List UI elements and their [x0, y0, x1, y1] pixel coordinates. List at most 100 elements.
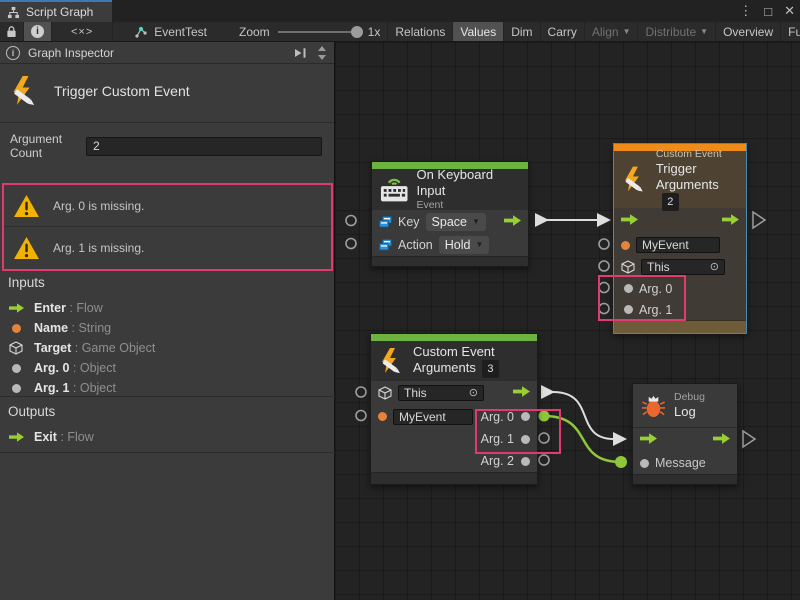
port-row-name: Name : String [8, 318, 335, 338]
distribute-button[interactable]: Distribute▼ [637, 22, 715, 41]
node-args-line: Arguments2 [656, 177, 738, 211]
zoom-slider-handle[interactable] [351, 26, 363, 38]
object-port[interactable] [521, 457, 530, 466]
graph-asset-icon [134, 25, 148, 39]
menu-icon[interactable]: ⋮ [739, 3, 752, 19]
code-view-button[interactable]: <×> [52, 22, 113, 41]
values-button[interactable]: Values [452, 22, 503, 41]
object-port[interactable] [624, 284, 633, 293]
title-bar: Script Graph ⋮ □ ✕ [0, 0, 800, 22]
target-row: This ⊙ [371, 381, 537, 405]
node-header: Custom Event Arguments3 [371, 341, 537, 381]
inputs-header: Inputs [8, 275, 335, 290]
graph-breadcrumb[interactable]: EventTest [127, 22, 214, 41]
object-port[interactable] [521, 435, 530, 444]
gameobject-cube-icon [8, 341, 24, 355]
zoom-slider[interactable] [278, 31, 360, 33]
close-icon[interactable]: ✕ [784, 3, 795, 19]
flow-in-port[interactable] [621, 214, 638, 228]
arg1-label: Arg. 1 [639, 303, 672, 317]
graph-canvas[interactable]: On Keyboard Input Event Key Space▼ [335, 42, 800, 600]
flow-out-port[interactable] [713, 433, 730, 447]
event-name-field[interactable]: MyEvent [393, 409, 473, 425]
relations-button[interactable]: Relations [387, 22, 452, 41]
overview-button[interactable]: Overview [715, 22, 780, 41]
outputs-header: Outputs [8, 404, 335, 419]
node-custom-event[interactable]: Custom Event Arguments3 This ⊙ MyEvent [370, 333, 538, 485]
warning-row: Arg. 1 is missing. [4, 226, 331, 268]
target-field[interactable]: This ⊙ [641, 259, 725, 275]
carry-button[interactable]: Carry [540, 22, 584, 41]
custom-event-icon [379, 348, 405, 374]
event-name-row: MyEvent [614, 234, 746, 256]
arg0-label: Arg. 0 [481, 410, 514, 424]
key-label: Key [398, 215, 420, 229]
bug-icon [641, 394, 666, 418]
action-row: Action Hold▼ [372, 233, 528, 256]
lock-button[interactable] [0, 22, 24, 41]
object-port[interactable] [521, 412, 530, 421]
message-row: Message [633, 452, 737, 474]
flow-row [614, 208, 746, 234]
object-port[interactable] [624, 305, 633, 314]
action-dropdown[interactable]: Hold▼ [439, 236, 490, 254]
divider [0, 452, 335, 453]
align-button[interactable]: Align▼ [584, 22, 638, 41]
dock-panel-icon[interactable] [293, 47, 308, 59]
chevron-down-icon: ▼ [700, 27, 708, 36]
flow-out-port[interactable] [504, 215, 521, 229]
code-icon: <×> [59, 26, 105, 38]
argument-count-label: Argument Count [10, 132, 86, 160]
zoom-label: Zoom [239, 25, 270, 39]
warning-icon [13, 236, 40, 260]
node-title: Custom Event [413, 344, 499, 360]
target-field[interactable]: This ⊙ [398, 385, 484, 401]
inspector-toggle-button[interactable]: i [24, 22, 52, 41]
argument-count-field[interactable]: 2 [86, 137, 322, 156]
keyboard-icon [380, 176, 408, 203]
object-picker-icon[interactable]: ⊙ [710, 260, 719, 274]
node-trigger-custom-event[interactable]: Custom Event Trigger Arguments2 MyEvent [613, 143, 747, 334]
panel-spinner-icon[interactable] [316, 45, 328, 61]
graph-name: EventTest [154, 25, 207, 39]
string-port[interactable] [621, 241, 630, 250]
inputs-section: Inputs Enter : Flow Name : String Target… [0, 275, 335, 398]
node-title: On Keyboard Input [416, 167, 520, 199]
port-row-arg1: Arg. 1 : Object [8, 378, 335, 398]
flow-out-port[interactable] [722, 214, 739, 228]
node-debug-log[interactable]: Debug Log Message [632, 383, 738, 485]
arg0-row: Arg. 0 [614, 278, 746, 299]
flow-in-port[interactable] [640, 433, 657, 447]
string-port-icon [12, 324, 21, 333]
port-row-exit: Exit : Flow [8, 427, 335, 447]
string-port[interactable] [378, 412, 387, 421]
chevron-down-icon: ▼ [475, 240, 483, 249]
tab-label: Script Graph [26, 5, 93, 19]
arg1-row: Arg. 1 [371, 428, 537, 450]
script-graph-icon [7, 6, 20, 19]
info-icon: i [31, 25, 44, 38]
target-row: This ⊙ [614, 256, 746, 278]
inspector-header-label: Graph Inspector [28, 46, 114, 60]
flow-out-port[interactable] [513, 386, 530, 400]
key-dropdown[interactable]: Space▼ [426, 213, 486, 231]
arg0-label: Arg. 0 [639, 282, 672, 296]
maximize-icon[interactable]: □ [764, 4, 772, 19]
outputs-section: Outputs Exit : Flow [0, 404, 335, 447]
unity-visual-scripting-window: Script Graph ⋮ □ ✕ i <×> [0, 0, 800, 600]
node-footer [371, 472, 537, 484]
graph-inspector-panel: i Graph Inspector Trigger Custom Event [0, 42, 335, 600]
node-title: Log [674, 404, 705, 420]
node-args-line: Arguments3 [413, 360, 499, 378]
fullscreen-button[interactable]: Full Screen [780, 22, 800, 41]
node-on-keyboard-input[interactable]: On Keyboard Input Event Key Space▼ [371, 161, 529, 267]
lock-icon [6, 25, 17, 38]
object-picker-icon[interactable]: ⊙ [469, 386, 478, 400]
dim-button[interactable]: Dim [503, 22, 539, 41]
tab-script-graph[interactable]: Script Graph [0, 0, 112, 22]
window-controls: ⋮ □ ✕ [739, 0, 795, 22]
event-name-field[interactable]: MyEvent [636, 237, 720, 253]
object-port-icon [12, 384, 21, 393]
object-port[interactable] [640, 459, 649, 468]
warning-icon [13, 194, 40, 218]
